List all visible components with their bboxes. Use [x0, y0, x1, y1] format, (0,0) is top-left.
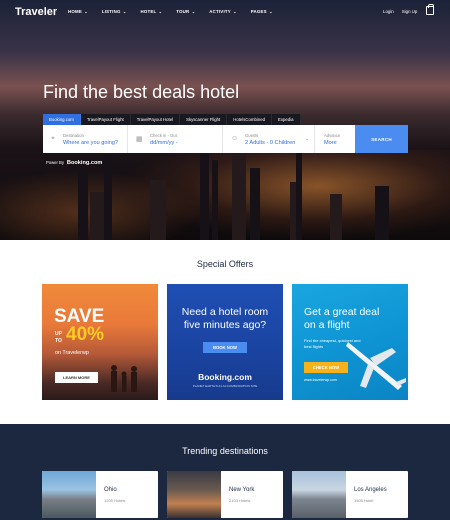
tab-hotelscombined[interactable]: HotelsCombined — [227, 114, 273, 125]
menu-pages[interactable]: PAGES ⌄ — [251, 9, 273, 14]
hero-banner: Traveler HOME ⌄ LISTING ⌄ HOTEL ⌄ TOUR ⌄… — [0, 0, 450, 240]
destination-input[interactable]: Where are you going? — [63, 140, 118, 146]
search-button[interactable]: SEARCH — [355, 125, 408, 153]
location-pin-icon: ⌖ — [51, 135, 55, 142]
search-form: ⌖ Destination Where are you going? ▦ Che… — [43, 125, 408, 153]
chevron-down-icon: ⌄ — [157, 9, 163, 14]
destination-card[interactable]: New York 2103 Hotels — [167, 471, 283, 518]
dates-field[interactable]: ▦ Check in - Out dd/mm/yy - — [128, 125, 223, 153]
dates-input[interactable]: dd/mm/yy - — [150, 140, 178, 146]
user-icon: ☺ — [231, 135, 239, 142]
book-now-button[interactable]: BOOK NOW — [203, 342, 247, 353]
signup-link[interactable]: Sign Up — [402, 9, 418, 14]
advance-label: Advance — [324, 133, 341, 138]
guests-field[interactable]: ☺ Guests 2 Adults - 0 Children ⌄ — [223, 125, 315, 153]
guests-label: Guests — [245, 133, 259, 138]
menu-tour[interactable]: TOUR ⌄ — [176, 9, 195, 14]
hero-title: Find the best deals hotel — [43, 82, 240, 102]
airplane-image — [346, 342, 406, 390]
top-navbar: Traveler HOME ⌄ LISTING ⌄ HOTEL ⌄ TOUR ⌄… — [0, 0, 450, 24]
tab-booking[interactable]: Booking.com — [43, 114, 81, 125]
shopping-bag-icon[interactable] — [426, 4, 434, 15]
advance-more[interactable]: More — [324, 140, 337, 146]
chevron-down-icon: ⌄ — [305, 136, 310, 142]
site-logo[interactable]: Traveler — [15, 6, 57, 18]
learn-more-button[interactable]: LEARN MORE — [55, 372, 98, 383]
new-york-image — [167, 471, 221, 518]
menu-listing[interactable]: LISTING ⌄ — [102, 9, 127, 14]
login-link[interactable]: Login — [383, 9, 394, 14]
guests-value[interactable]: 2 Adults - 0 Children — [245, 140, 295, 146]
menu-activity[interactable]: ACTIVITY ⌄ — [209, 9, 236, 14]
destination-card[interactable]: Ohio 1205 Hotels — [42, 471, 158, 518]
provider-tabs: Booking.com TravelPayout Flight TravelPa… — [43, 114, 301, 125]
menu-home[interactable]: HOME ⌄ — [68, 9, 88, 14]
ohio-image — [42, 471, 96, 518]
main-menu: HOME ⌄ LISTING ⌄ HOTEL ⌄ TOUR ⌄ ACTIVITY… — [68, 9, 273, 14]
tab-expedia[interactable]: Expedia — [272, 114, 301, 125]
booking-logo: Booking.com — [198, 372, 252, 382]
tab-travelpayout-flight[interactable]: TravelPayout Flight — [80, 114, 131, 125]
dates-label: Check in - Out — [150, 133, 177, 138]
destination-field[interactable]: ⌖ Destination Where are you going? — [43, 125, 128, 153]
powered-by: Power By Booking.com — [46, 160, 103, 166]
advance-field[interactable]: Advance More — [315, 125, 355, 153]
offer-card-save[interactable]: SAVE UP TO 40% on Travelerwp LEARN MORE — [42, 284, 158, 400]
chevron-down-icon: ⌄ — [82, 9, 88, 14]
calendar-icon: ▦ — [136, 136, 143, 143]
chevron-down-icon: ⌄ — [231, 9, 237, 14]
auth-links: Login Sign Up — [383, 9, 417, 14]
menu-hotel[interactable]: HOTEL ⌄ — [140, 9, 162, 14]
chevron-down-icon: ⌄ — [267, 9, 273, 14]
discount-percent: 40% — [66, 324, 105, 345]
los-angeles-image — [292, 471, 346, 518]
chevron-down-icon: ⌄ — [190, 9, 196, 14]
chevron-down-icon: ⌄ — [121, 9, 127, 14]
destination-label: Destination — [63, 133, 84, 138]
tab-travelpayout-hotel[interactable]: TravelPayout Hotel — [130, 114, 181, 125]
check-now-button[interactable]: CHECK NOW — [304, 362, 348, 373]
special-offers-title: Special Offers — [196, 259, 254, 269]
destination-card[interactable]: Los Angeles 1505 Hotel — [292, 471, 408, 518]
tab-skyscanner-flight[interactable]: Skyscanner Flight — [180, 114, 228, 125]
trending-title: Trending destinations — [182, 446, 268, 456]
booking-logo: Booking.com — [66, 160, 103, 166]
offer-card-flight[interactable]: Get a great deal on a flight Find the che… — [292, 284, 408, 400]
family-silhouette-image — [111, 365, 137, 392]
offer-card-hotel[interactable]: Need a hotel room five minutes ago? BOOK … — [167, 284, 283, 400]
